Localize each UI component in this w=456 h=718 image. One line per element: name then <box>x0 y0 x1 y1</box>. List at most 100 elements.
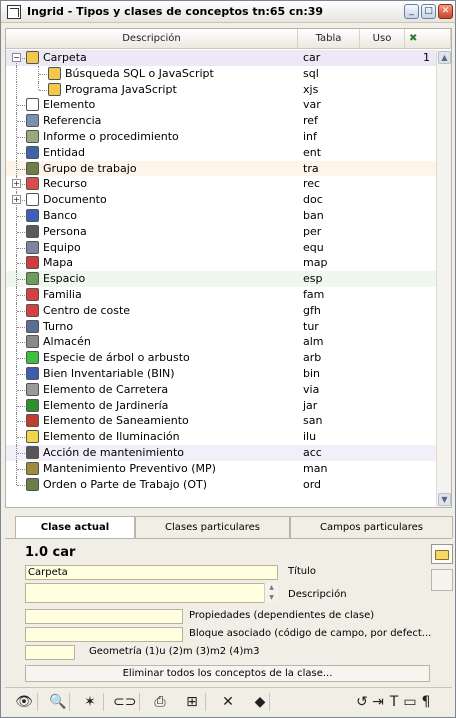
row-label: Programa JavaScript <box>65 82 177 96</box>
tab-campos-particulares[interactable]: Campos particulares <box>290 516 453 538</box>
bloque-field[interactable] <box>25 627 183 642</box>
current-class-panel: 1.0 car Carpeta Título ▲ ▼ Descripción Pr… <box>5 538 453 684</box>
row-label: Centro de coste <box>43 303 131 317</box>
cost-center-icon <box>26 303 39 317</box>
tree-row[interactable]: − Carpeta car 1 <box>6 50 436 74</box>
row-table-code: xjs <box>303 82 319 96</box>
tree-row[interactable]: Especie de árbol o arbusto arb <box>6 350 436 366</box>
expand-icon[interactable]: + <box>12 179 21 189</box>
document-icon <box>26 98 39 112</box>
column-header-tabla[interactable]: Tabla <box>298 29 360 49</box>
window-app-icon <box>7 4 21 19</box>
row-table-code: san <box>303 414 323 428</box>
tree-row[interactable]: Bien Inventariable (BIN) bin <box>6 365 436 382</box>
book-icon[interactable]: ◆ <box>249 691 271 713</box>
descripcion-spinner[interactable]: ▲ ▼ <box>264 583 278 603</box>
wrench-icon <box>26 445 39 459</box>
tree-row[interactable]: Acción de mantenimiento acc <box>6 444 436 461</box>
tree-row[interactable]: Mantenimiento Preventivo (MP) man <box>6 460 436 477</box>
paragraph-icon[interactable]: ¶ <box>415 691 437 713</box>
row-label: Entidad <box>43 145 85 159</box>
tree-row[interactable]: Elemento de Jardinería jar <box>6 397 436 414</box>
minimize-icon[interactable]: _ <box>404 4 419 19</box>
reference-icon <box>26 114 39 128</box>
propiedades-field[interactable] <box>25 609 183 624</box>
tree-row[interactable]: Referencia ref <box>6 113 436 129</box>
column-header-extra[interactable]: ✖ <box>405 29 451 49</box>
row-label: Bien Inventariable (BIN) <box>43 366 175 380</box>
vertical-scrollbar[interactable]: ▲ ▼ <box>436 50 451 507</box>
row-table-code: gfh <box>303 303 321 317</box>
scroll-down-icon[interactable]: ▼ <box>438 493 451 506</box>
star-icon[interactable]: ✶ <box>79 691 101 713</box>
family-icon <box>26 287 39 301</box>
print-icon[interactable]: ⎙ <box>149 691 171 713</box>
tab-clases-particulares[interactable]: Clases particulares <box>135 516 290 538</box>
tree-row[interactable]: Elemento de Carretera via <box>6 381 436 398</box>
tree-row[interactable]: Programa JavaScript xjs <box>6 81 436 98</box>
tree-row[interactable]: Banco ban <box>6 207 436 224</box>
tree-row[interactable]: Centro de coste gfh <box>6 302 436 319</box>
row-label: Informe o procedimiento <box>43 129 179 143</box>
sanitation-icon <box>26 414 39 428</box>
binoculars-icon[interactable]: 👁 <box>13 691 35 713</box>
column-header-descripcion[interactable]: Descripción <box>6 29 298 49</box>
open-folder-button[interactable] <box>431 544 453 564</box>
tab-clase-actual[interactable]: Clase actual <box>15 516 135 539</box>
tree-row[interactable]: + Documento doc <box>6 192 436 208</box>
tree-row[interactable]: Mapa map <box>6 255 436 272</box>
tree-row[interactable]: Entidad ent <box>6 144 436 161</box>
tree-row[interactable]: Almacén alm <box>6 334 436 351</box>
row-uso-count: 1 <box>423 51 430 64</box>
column-header-uso[interactable]: Uso <box>360 29 405 49</box>
close-icon[interactable]: ✕ <box>438 4 453 19</box>
titulo-field[interactable]: Carpeta <box>25 565 278 580</box>
row-label: Elemento de Carretera <box>43 382 169 396</box>
descripcion-field[interactable] <box>25 583 278 603</box>
delete-icon[interactable]: ✕ <box>217 691 239 713</box>
tree-row[interactable]: Turno tur <box>6 318 436 335</box>
geometria-label: Geometría (1)u (2)m (3)m2 (4)m3 <box>89 646 260 657</box>
toolbar-separator <box>269 693 270 711</box>
toolbar-separator <box>205 693 206 711</box>
script-icon <box>48 82 61 96</box>
collapse-icon[interactable]: − <box>12 53 21 62</box>
spin-down-icon[interactable]: ▼ <box>265 593 278 603</box>
toolbar-separator <box>103 693 104 711</box>
document-icon <box>26 193 39 207</box>
spin-up-icon[interactable]: ▲ <box>265 583 278 593</box>
tree-row[interactable]: Elemento de Saneamiento san <box>6 413 436 430</box>
tree-row[interactable]: Elemento var <box>6 97 436 114</box>
concept-class-grid: Descripción Tabla Uso ✖ − Carpeta car 1 Búsq… <box>5 28 452 508</box>
tree-row[interactable]: Orden o Parte de Trabajo (OT) ord <box>6 476 436 493</box>
scroll-up-icon[interactable]: ▲ <box>438 51 451 64</box>
link-icon[interactable]: ⊂⊃ <box>113 691 136 713</box>
row-label: Elemento de Iluminación <box>43 430 180 444</box>
geometria-field[interactable] <box>25 645 75 660</box>
tree-row[interactable]: Espacio esp <box>6 271 436 287</box>
expand-icon[interactable]: + <box>12 195 21 205</box>
row-label: Búsqueda SQL o JavaScript <box>65 66 214 80</box>
row-table-code: doc <box>303 193 323 207</box>
eliminar-conceptos-button[interactable]: Eliminar todos los conceptos de la clase… <box>25 665 430 682</box>
person-icon <box>26 224 39 238</box>
tree-view-icon[interactable]: ⊞ <box>181 691 203 713</box>
maintenance-icon <box>26 461 39 475</box>
tree-row[interactable]: + Recurso rec <box>6 176 436 193</box>
maximize-icon[interactable]: □ <box>421 4 436 19</box>
tree-row[interactable]: Grupo de trabajo tra <box>6 160 436 177</box>
inventory-icon <box>26 366 39 380</box>
tree-row[interactable]: Equipo equ <box>6 239 436 256</box>
row-label: Documento <box>43 193 107 207</box>
row-table-code: map <box>303 256 328 270</box>
tree-row[interactable]: Informe o procedimiento inf <box>6 128 436 145</box>
tree-row[interactable]: Persona per <box>6 223 436 240</box>
class-icon-box[interactable] <box>431 569 453 591</box>
window-title: Ingrid - Tipos y clases de conceptos tn:… <box>27 5 324 18</box>
row-table-code: tra <box>303 161 319 175</box>
open-search-icon[interactable]: 🔍 <box>47 691 69 713</box>
tree-row[interactable]: Búsqueda SQL o JavaScript sql <box>6 65 436 82</box>
tree-row[interactable]: Familia fam <box>6 286 436 303</box>
title-bar[interactable]: Ingrid - Tipos y clases de conceptos tn:… <box>1 1 455 23</box>
tree-row[interactable]: Elemento de Iluminación ilu <box>6 429 436 445</box>
